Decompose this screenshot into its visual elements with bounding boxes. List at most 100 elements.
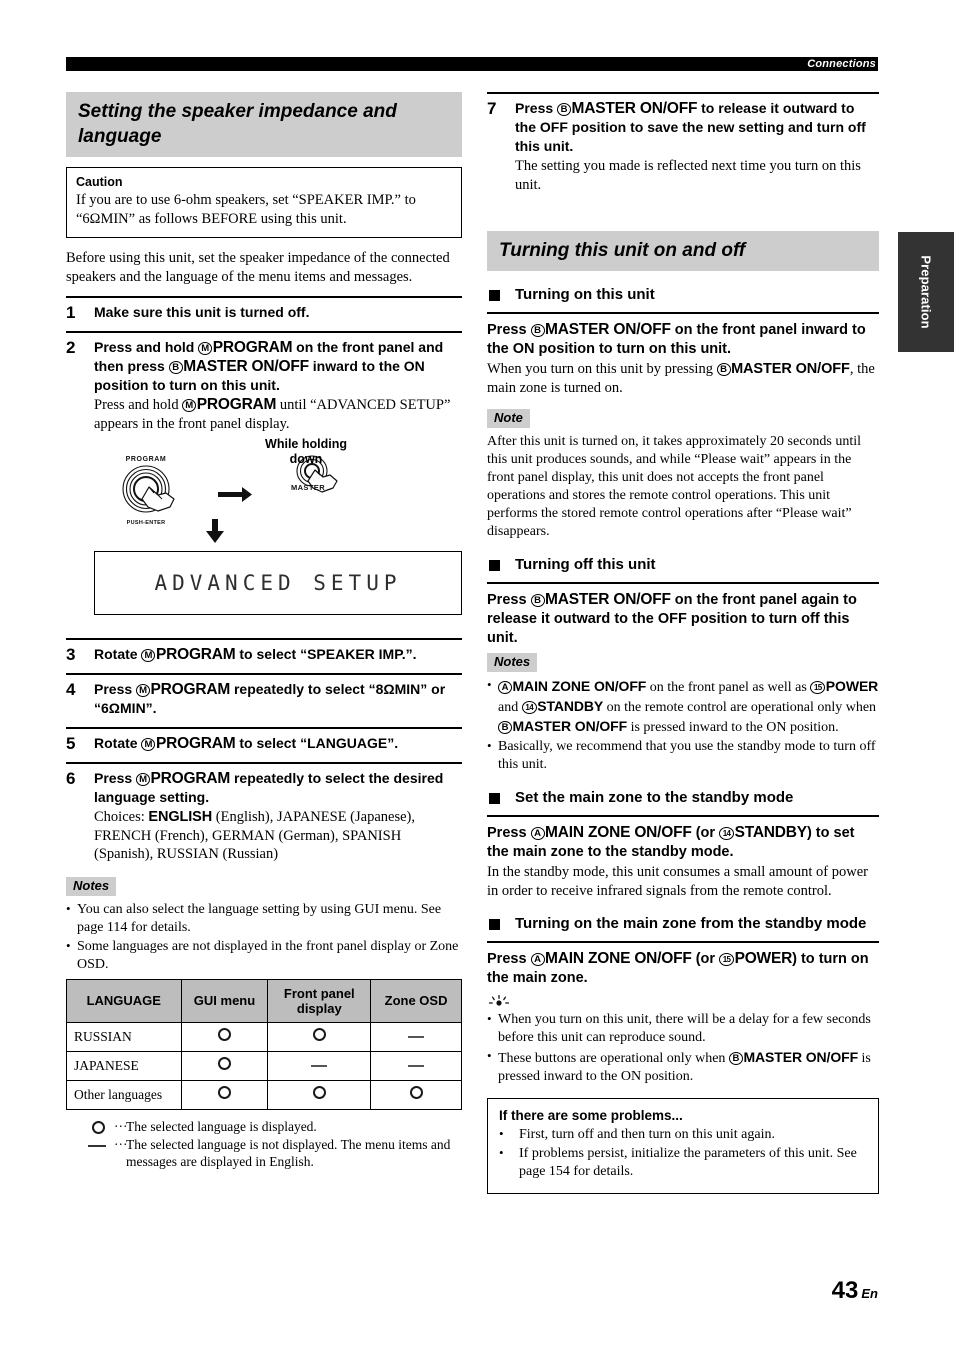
turn-on-main-lead: Press A MAIN ZONE ON/OFF (or 15 POWER) to … bbox=[487, 950, 869, 986]
subhead-turning-off-this-unit: Turning off this unit bbox=[487, 555, 879, 575]
circle-mark-icon bbox=[312, 1086, 326, 1099]
table-row: Other languages bbox=[66, 1079, 462, 1110]
step-6-choices: Choices: ENGLISH (English), JAPANESE (Ja… bbox=[94, 809, 415, 862]
notes-tag-turning-off: Notes bbox=[487, 653, 538, 672]
cell-front bbox=[267, 1021, 372, 1052]
legend-dash-text: The selected language is not displayed. … bbox=[126, 1136, 451, 1169]
table-header-row: LANGUAGE GUI menu Front panel display Zo… bbox=[66, 978, 462, 1023]
marker-m-icon: M bbox=[182, 399, 197, 412]
front-panel-display-text: ADVANCED SETUP bbox=[154, 571, 402, 595]
header-black-bar bbox=[66, 57, 878, 71]
step-2-number: 2 bbox=[66, 338, 76, 357]
problems-list: First, turn off and then turn on this un… bbox=[499, 1125, 867, 1181]
list-item: These buttons are operational only when … bbox=[487, 1047, 879, 1086]
standby-lead: Press A MAIN ZONE ON/OFF (or 14 STANDBY) t… bbox=[487, 824, 855, 860]
manual-page: Connections Preparation Setting the spea… bbox=[0, 0, 954, 1351]
table-legend: ··· The selected language is displayed. … bbox=[66, 1118, 462, 1170]
marker-b-icon: B bbox=[530, 324, 545, 337]
caution-title: Caution bbox=[76, 175, 123, 189]
subhead-turning-on-this-unit: Turning on this unit bbox=[487, 285, 879, 305]
marker-m-icon: M bbox=[141, 649, 156, 662]
page-number: 43 En bbox=[832, 1277, 878, 1305]
marker-a-icon: A bbox=[498, 681, 512, 694]
marker-m-icon: M bbox=[136, 773, 151, 786]
marker-m-icon: M bbox=[198, 342, 213, 355]
step-6: 6 Press M PROGRAM repeatedly to select th… bbox=[66, 762, 462, 873]
running-header-title: Connections bbox=[807, 58, 876, 70]
cell-gui bbox=[180, 1079, 269, 1110]
left-column: Setting the speaker impedance and langua… bbox=[66, 92, 462, 1171]
list-item: When you turn on this unit, there will b… bbox=[487, 1010, 879, 1047]
list-item: Basically, we recommend that you use the… bbox=[487, 737, 879, 774]
legend-dots: ··· bbox=[114, 1118, 128, 1134]
section-heading-turning-on-off: Turning this unit on and off bbox=[487, 231, 879, 271]
step-7-text: Press B MASTER ON/OFF to release it outwa… bbox=[515, 100, 866, 154]
marker-b-icon: B bbox=[498, 721, 512, 734]
marker-b-icon: B bbox=[168, 361, 183, 374]
legend-circle-text: The selected language is displayed. bbox=[126, 1118, 317, 1134]
standby-after: In the standby mode, this unit consumes … bbox=[487, 864, 868, 899]
knob-top-label: PROGRAM bbox=[126, 456, 167, 463]
page-number-value: 43 bbox=[831, 1277, 859, 1304]
right-column: 7 Press B MASTER ON/OFF to release it out… bbox=[487, 92, 879, 1205]
cell-language: JAPANESE bbox=[66, 1050, 182, 1081]
arrow-down-icon bbox=[206, 519, 224, 543]
cell-front bbox=[267, 1079, 372, 1110]
list-item: AMAIN ZONE ON/OFF on the front panel as … bbox=[487, 676, 879, 737]
marker-m-icon: M bbox=[141, 738, 156, 751]
col-zone-osd: Zone OSD bbox=[370, 978, 462, 1023]
master-button-label: MASTER bbox=[291, 483, 325, 492]
turning-off-notes-list: AMAIN ZONE ON/OFF on the front panel as … bbox=[487, 676, 879, 774]
marker-a-icon: A bbox=[530, 953, 545, 966]
table-row: JAPANESE bbox=[66, 1050, 462, 1081]
subhead-turning-on-main-zone: Turning on the main zone from the standb… bbox=[487, 914, 879, 934]
circle-mark-icon bbox=[409, 1086, 423, 1099]
marker-b-icon: B bbox=[728, 1052, 743, 1065]
step-7-subtext: The setting you made is reflected next t… bbox=[515, 158, 861, 193]
turning-on-after: When you turn on this unit by pressing B… bbox=[487, 361, 875, 396]
step-6-number: 6 bbox=[66, 769, 76, 788]
while-holding-down-label: While holding down bbox=[265, 437, 347, 466]
page-number-suffix: En bbox=[861, 1286, 878, 1301]
tips-list: When you turn on this unit, there will b… bbox=[487, 1010, 879, 1086]
step-2: 2 Press and hold M PROGRAM on the front p… bbox=[66, 331, 462, 638]
table-body: RUSSIAN JAPANESE Other languages bbox=[66, 1021, 462, 1110]
cell-language: RUSSIAN bbox=[66, 1021, 182, 1052]
table-row: RUSSIAN bbox=[66, 1021, 462, 1052]
step-4: 4 Press M PROGRAM repeatedly to select “8… bbox=[66, 673, 462, 727]
col-language: LANGUAGE bbox=[66, 978, 182, 1023]
marker-a-icon: A bbox=[530, 827, 545, 840]
marker-14-icon: 14 bbox=[521, 701, 537, 714]
language-support-table: LANGUAGE GUI menu Front panel display Zo… bbox=[66, 978, 462, 1110]
circle-mark-icon bbox=[217, 1086, 231, 1099]
cell-zone bbox=[370, 1079, 462, 1110]
dash-mark-icon bbox=[408, 1064, 425, 1067]
dash-mark-icon bbox=[311, 1064, 328, 1067]
caution-text: If you are to use 6-ohm speakers, set “S… bbox=[76, 192, 416, 227]
col-front-panel-display: Front panel display bbox=[267, 978, 372, 1023]
divider bbox=[487, 582, 879, 584]
arrow-right-icon bbox=[218, 487, 252, 502]
cell-zone bbox=[370, 1021, 462, 1052]
press-and-hold-diagram: PROGRAM PUSH-ENTER MASTER While holding … bbox=[94, 437, 462, 545]
circle-mark-icon bbox=[217, 1057, 231, 1070]
divider bbox=[487, 312, 879, 314]
list-item: If problems persist, initialize the para… bbox=[499, 1144, 867, 1181]
step-2-text: Press and hold M PROGRAM on the front pan… bbox=[94, 339, 444, 393]
circle-mark-icon bbox=[217, 1028, 231, 1041]
knob-bottom-label: PUSH-ENTER bbox=[127, 520, 166, 526]
cell-gui bbox=[180, 1021, 269, 1052]
note-tag-turning-on: Note bbox=[487, 409, 530, 428]
step-1: 1 Make sure this unit is turned off. bbox=[66, 296, 462, 331]
step-1-text: Make sure this unit is turned off. bbox=[94, 304, 310, 320]
dash-mark-icon bbox=[408, 1035, 425, 1038]
legend-circle-row: ··· The selected language is displayed. bbox=[66, 1118, 462, 1135]
step-3-text: Rotate M PROGRAM to select “SPEAKER IMP.”… bbox=[94, 646, 417, 663]
circle-mark-icon bbox=[312, 1028, 326, 1041]
step-5: 5 Rotate M PROGRAM to select “LANGUAGE”. bbox=[66, 727, 462, 762]
turning-on-note-text: After this unit is turned on, it takes a… bbox=[487, 434, 862, 539]
list-item: First, turn off and then turn on this un… bbox=[499, 1125, 867, 1144]
step-1-number: 1 bbox=[66, 303, 76, 322]
tip-sunburst-icon bbox=[488, 995, 510, 1006]
list-item: Some languages are not displayed in the … bbox=[66, 937, 462, 974]
